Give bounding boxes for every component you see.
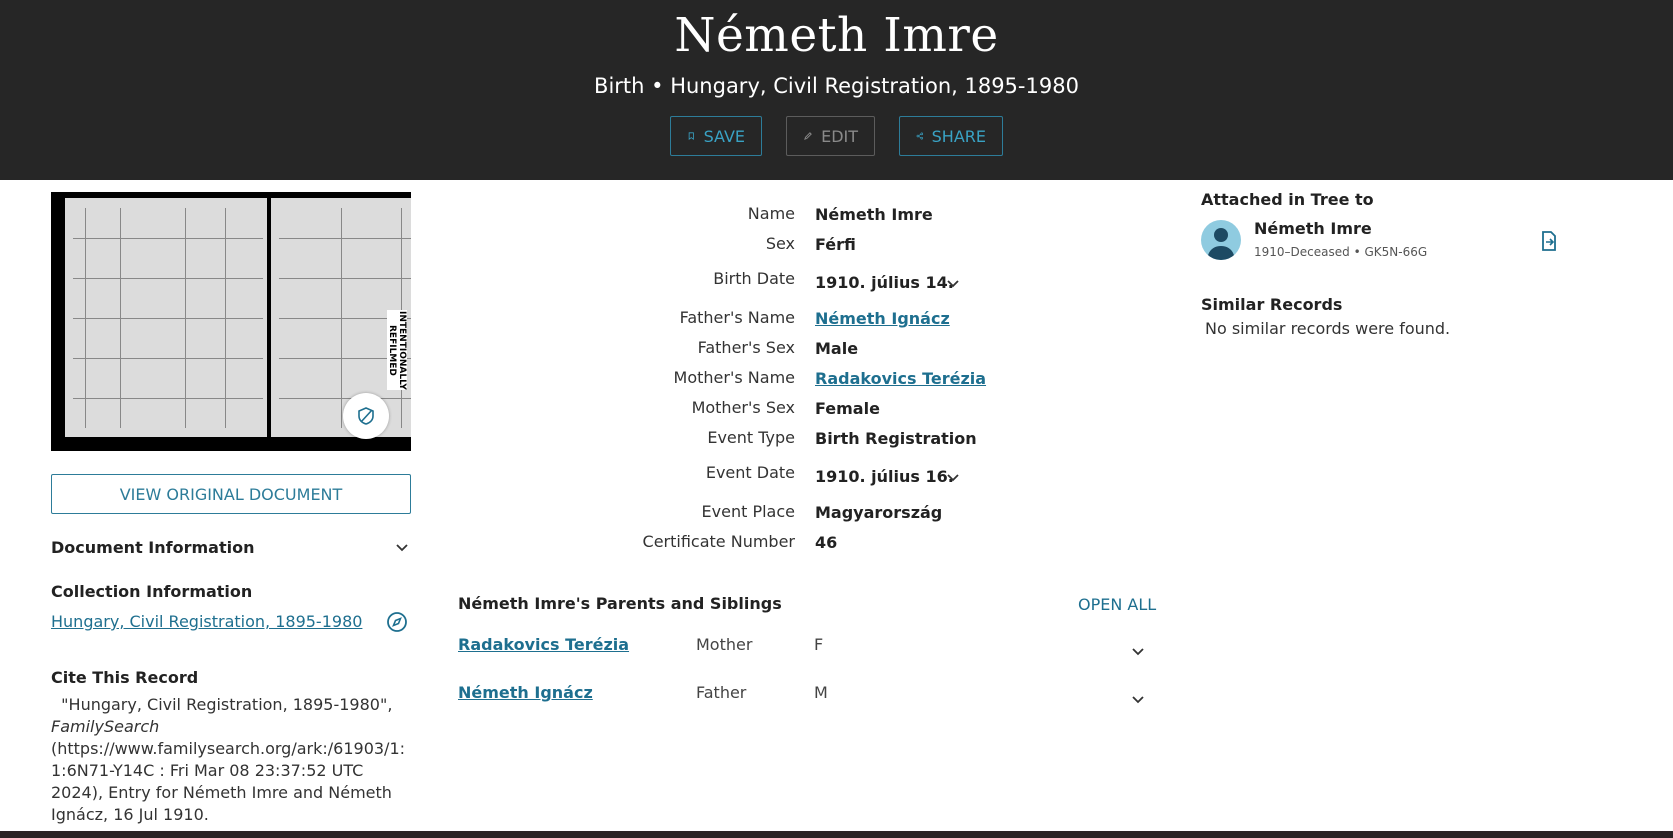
mother-name-label: Mother's Name xyxy=(673,368,795,387)
event-place-value: Magyarország xyxy=(815,503,943,522)
chevron-down-icon[interactable] xyxy=(945,469,961,485)
save-label: SAVE xyxy=(703,126,745,146)
view-original-document-button[interactable]: VIEW ORIGINAL DOCUMENT xyxy=(51,474,411,514)
share-button[interactable]: SHARE xyxy=(899,116,1003,156)
mother-sex-label: Mother's Sex xyxy=(691,398,795,417)
save-button[interactable]: SAVE xyxy=(670,116,762,156)
sex-label: Sex xyxy=(765,234,795,253)
attached-person-name[interactable]: Németh Imre xyxy=(1254,219,1372,238)
event-date-label: Event Date xyxy=(705,463,795,482)
bookmark-icon xyxy=(688,132,694,141)
family-member-role: Mother xyxy=(696,635,753,654)
family-member-role: Father xyxy=(696,683,747,702)
event-type-label: Event Type xyxy=(707,428,795,447)
footer-bar xyxy=(0,831,1673,838)
shield-button[interactable] xyxy=(343,393,389,439)
family-member-row[interactable]: Németh Ignácz Father M xyxy=(458,683,1158,713)
shield-icon xyxy=(358,407,374,425)
father-name-value[interactable]: Németh Ignácz xyxy=(815,309,950,328)
share-icon xyxy=(916,132,924,140)
family-member-row[interactable]: Radakovics Terézia Mother F xyxy=(458,635,1158,665)
father-name-label: Father's Name xyxy=(679,308,795,327)
page-title: Németh Imre xyxy=(674,8,999,63)
name-value: Németh Imre xyxy=(815,205,933,224)
certificate-number-label: Certificate Number xyxy=(642,532,795,551)
citation-text: "Hungary, Civil Registration, 1895-1980"… xyxy=(51,694,411,826)
edit-button[interactable]: EDIT xyxy=(786,116,875,156)
father-sex-label: Father's Sex xyxy=(697,338,795,357)
person-silhouette-icon xyxy=(1207,228,1235,260)
similar-records-message: No similar records were found. xyxy=(1205,319,1451,338)
mother-sex-value: Female xyxy=(815,399,880,418)
collection-link[interactable]: Hungary, Civil Registration, 1895-1980 xyxy=(51,612,362,631)
header-actions: SAVE EDIT SHARE xyxy=(0,116,1673,156)
document-link-icon[interactable] xyxy=(1538,230,1560,252)
event-place-label: Event Place xyxy=(701,502,795,521)
document-information-heading[interactable]: Document Information xyxy=(51,538,254,557)
attached-in-tree-heading: Attached in Tree to xyxy=(1201,190,1374,209)
record-subtitle: Birth • Hungary, Civil Registration, 189… xyxy=(594,74,1079,98)
birth-date-label: Birth Date xyxy=(713,269,795,288)
mother-name-value[interactable]: Radakovics Terézia xyxy=(815,369,986,388)
family-member-sex: F xyxy=(814,635,824,654)
chevron-down-icon[interactable] xyxy=(394,539,410,555)
avatar[interactable] xyxy=(1201,220,1241,260)
record-header: Németh Imre Birth • Hungary, Civil Regis… xyxy=(0,0,1673,180)
sex-value: Férfi xyxy=(815,235,856,254)
share-label: SHARE xyxy=(931,126,986,146)
chevron-down-icon[interactable] xyxy=(945,275,961,291)
citation-source: FamilySearch xyxy=(51,717,160,736)
mother-name-link[interactable]: Radakovics Terézia xyxy=(815,369,986,388)
birth-date-value[interactable]: 1910. július 14. xyxy=(815,273,954,292)
edit-label: EDIT xyxy=(821,126,858,146)
father-name-link[interactable]: Németh Ignácz xyxy=(815,309,950,328)
compass-icon[interactable] xyxy=(386,611,408,633)
pencil-icon xyxy=(804,132,812,140)
citation-details: (https://www.familysearch.org/ark:/61903… xyxy=(51,739,406,824)
father-sex-value: Male xyxy=(815,339,859,358)
chevron-down-icon[interactable] xyxy=(1130,691,1146,707)
name-label: Name xyxy=(747,204,795,223)
citation-title: "Hungary, Civil Registration, 1895-1980"… xyxy=(61,695,393,714)
event-date-value[interactable]: 1910. július 16. xyxy=(815,467,954,486)
attached-person-meta: 1910–Deceased • GK5N-66G xyxy=(1254,245,1428,259)
parents-siblings-heading: Németh Imre's Parents and Siblings xyxy=(458,594,782,613)
cite-record-heading: Cite This Record xyxy=(51,668,199,687)
family-member-sex: M xyxy=(814,683,828,702)
chevron-down-icon[interactable] xyxy=(1130,643,1146,659)
certificate-number-value: 46 xyxy=(815,533,838,552)
document-page-left xyxy=(65,198,267,437)
event-type-value: Birth Registration xyxy=(815,429,977,448)
collection-information-heading: Collection Information xyxy=(51,582,253,601)
open-all-button[interactable]: OPEN ALL xyxy=(1078,595,1156,614)
family-member-name[interactable]: Németh Ignácz xyxy=(458,683,593,702)
family-member-name[interactable]: Radakovics Terézia xyxy=(458,635,629,654)
refilmed-tab: INTENTIONALLY REFILMED xyxy=(387,310,407,390)
similar-records-heading: Similar Records xyxy=(1201,295,1343,314)
